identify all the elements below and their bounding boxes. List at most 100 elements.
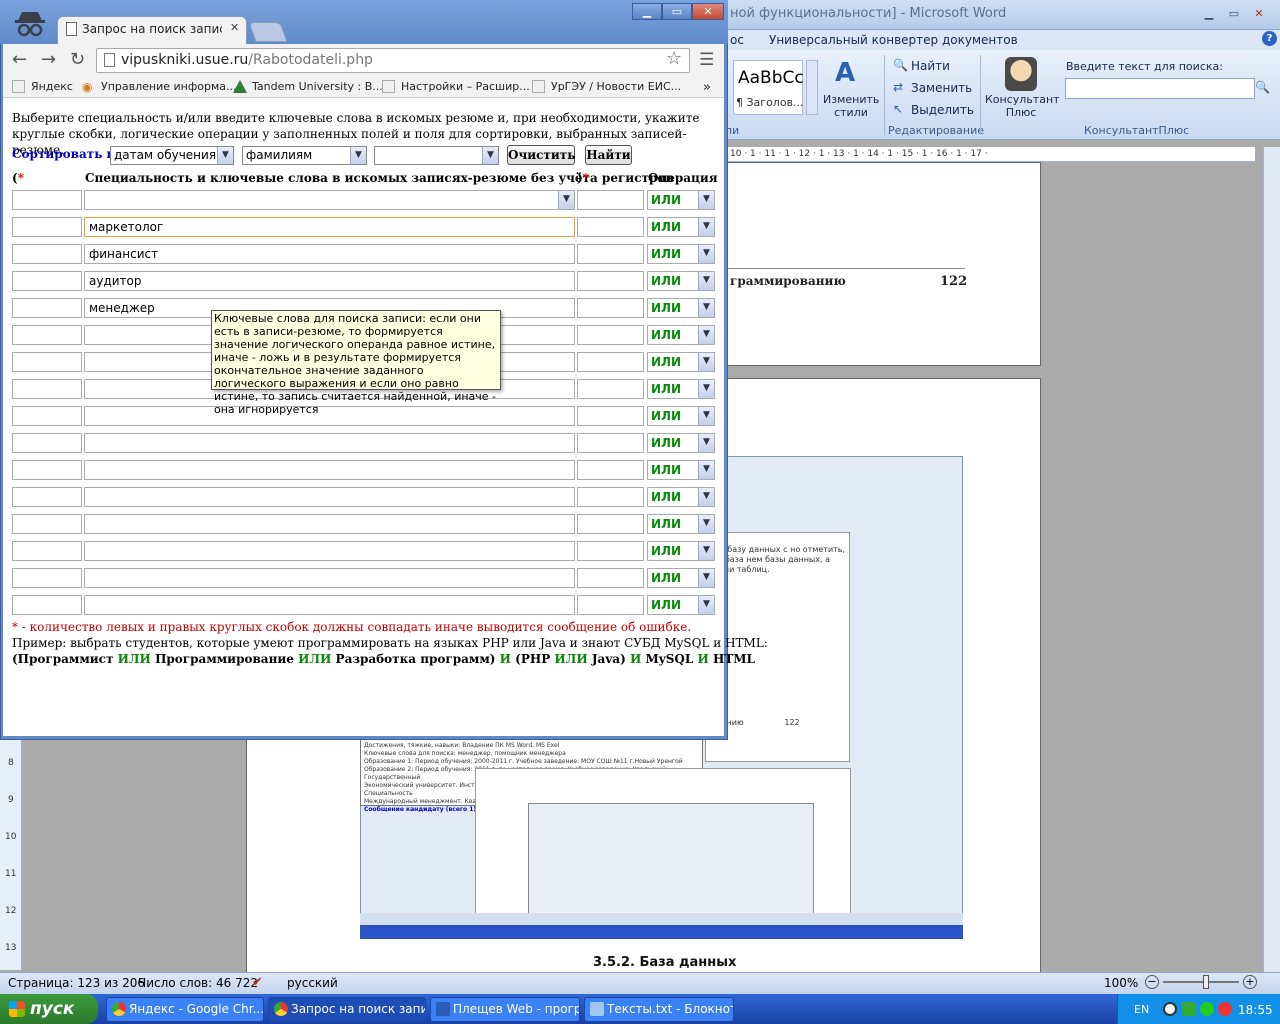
operation-select[interactable]: ИЛИ ▼: [647, 595, 715, 615]
right-paren-input[interactable]: [577, 487, 644, 507]
right-paren-input[interactable]: [577, 406, 644, 426]
left-paren-input[interactable]: [12, 595, 82, 615]
taskbar-button-word[interactable]: Плещев Web - прогр...: [430, 997, 580, 1022]
language-indicator[interactable]: EN: [1134, 1003, 1149, 1016]
bookmark-info-management[interactable]: Управление информа...: [101, 80, 237, 93]
right-paren-input[interactable]: [577, 433, 644, 453]
sort-select-3[interactable]: ▼: [374, 146, 499, 165]
sort-select-1[interactable]: датам обучения ▼: [110, 146, 234, 165]
operation-select[interactable]: ИЛИ ▼: [647, 541, 715, 561]
left-paren-input[interactable]: [12, 433, 82, 453]
right-paren-input[interactable]: [577, 325, 644, 345]
system-clock[interactable]: 18:55: [1238, 1003, 1273, 1017]
operation-select[interactable]: ИЛИ ▼: [647, 352, 715, 372]
word-vertical-ruler[interactable]: 8 9 10 11 12 13: [0, 740, 22, 970]
operation-select[interactable]: ИЛИ ▼: [647, 379, 715, 399]
right-paren-input[interactable]: [577, 379, 644, 399]
chrome-minimize-button[interactable]: ▁: [632, 3, 662, 20]
zoom-level[interactable]: 100%: [1104, 976, 1138, 990]
right-paren-input[interactable]: [577, 190, 644, 210]
chrome-menu-icon[interactable]: ☰: [699, 50, 714, 70]
left-paren-input[interactable]: [12, 271, 82, 291]
left-paren-input[interactable]: [12, 352, 82, 372]
zoom-in-icon[interactable]: +: [1243, 975, 1257, 989]
right-paren-input[interactable]: [577, 595, 644, 615]
keyword-input[interactable]: [84, 568, 575, 588]
zoom-out-icon[interactable]: −: [1145, 975, 1159, 989]
operation-select[interactable]: ИЛИ ▼: [647, 514, 715, 534]
keyword-input[interactable]: [84, 541, 575, 561]
word-horizontal-ruler[interactable]: 10 · 1 · 11 · 1 · 12 · 1 · 13 · 1 · 14 ·…: [725, 147, 1255, 162]
bookmarks-overflow-button[interactable]: »: [703, 80, 711, 95]
bookmark-yandex[interactable]: Яндекс: [31, 80, 73, 93]
tray-network-icon[interactable]: [1200, 1002, 1214, 1016]
operation-select[interactable]: ИЛИ ▼: [647, 568, 715, 588]
bookmark-tandem[interactable]: Tandem University : В...: [252, 80, 383, 93]
tab-close-icon[interactable]: ✕: [230, 21, 239, 34]
zoom-slider[interactable]: − +: [1145, 975, 1257, 989]
spelling-icon[interactable]: ✔: [252, 975, 263, 990]
keyword-input[interactable]: [84, 433, 575, 453]
keyword-input[interactable]: [84, 595, 575, 615]
select-button[interactable]: Выделить: [911, 103, 974, 117]
operation-select[interactable]: ИЛИ ▼: [647, 271, 715, 291]
kp-search-icon[interactable]: 🔍: [1255, 80, 1270, 94]
right-paren-input[interactable]: [577, 271, 644, 291]
word-vertical-scrollbar[interactable]: [1263, 147, 1280, 972]
word-tab-converter[interactable]: Универсальный конвертер документов: [769, 33, 1018, 47]
reload-icon[interactable]: ↻: [70, 49, 85, 70]
bookmark-star-icon[interactable]: ☆: [666, 48, 682, 69]
left-paren-input[interactable]: [12, 217, 82, 237]
change-styles-button[interactable]: Изменить стили: [823, 93, 879, 119]
help-icon[interactable]: ?: [1262, 31, 1277, 46]
bookmark-settings[interactable]: Настройки – Расшир...: [401, 80, 530, 93]
status-page[interactable]: Страница: 123 из 206: [8, 976, 145, 990]
keyword-input[interactable]: аудитор: [84, 271, 575, 291]
operation-select[interactable]: ИЛИ ▼: [647, 217, 715, 237]
keyword-input[interactable]: [84, 487, 575, 507]
tray-app-icon[interactable]: [1163, 1002, 1177, 1016]
operation-select[interactable]: ИЛИ ▼: [647, 487, 715, 507]
operation-select[interactable]: ИЛИ ▼: [647, 244, 715, 264]
taskbar-button-notepad[interactable]: Тексты.txt - Блокнот: [584, 997, 734, 1022]
back-icon[interactable]: ←: [12, 49, 27, 70]
kp-search-input[interactable]: [1065, 78, 1255, 99]
chrome-maximize-button[interactable]: ▭: [662, 3, 692, 20]
right-paren-input[interactable]: [577, 541, 644, 561]
operation-select[interactable]: ИЛИ ▼: [647, 460, 715, 480]
operation-select[interactable]: ИЛИ ▼: [647, 406, 715, 426]
right-paren-input[interactable]: [577, 244, 644, 264]
left-paren-input[interactable]: [12, 190, 82, 210]
word-tab-partial[interactable]: ос: [730, 33, 744, 47]
right-paren-input[interactable]: [577, 568, 644, 588]
replace-button[interactable]: Заменить: [911, 81, 972, 95]
page-info-icon[interactable]: [104, 53, 115, 67]
keyword-input[interactable]: [84, 460, 575, 480]
left-paren-input[interactable]: [12, 541, 82, 561]
style-gallery-scroll[interactable]: [806, 60, 818, 115]
left-paren-input[interactable]: [12, 379, 82, 399]
bookmark-usue-news[interactable]: УрГЭУ / Новости ЕИС...: [551, 80, 681, 93]
specialty-select[interactable]: ▼: [84, 190, 575, 210]
tray-security-icon[interactable]: [1182, 1002, 1196, 1016]
right-paren-input[interactable]: [577, 352, 644, 372]
right-paren-input[interactable]: [577, 217, 644, 237]
operation-select[interactable]: ИЛИ ▼: [647, 433, 715, 453]
sort-select-2[interactable]: фамилиям ▼: [242, 146, 367, 165]
consultant-plus-button[interactable]: Консультант Плюс: [985, 93, 1060, 119]
keyword-input[interactable]: финансист: [84, 244, 575, 264]
chrome-close-button[interactable]: ✕: [692, 3, 724, 20]
right-paren-input[interactable]: [577, 298, 644, 318]
left-paren-input[interactable]: [12, 406, 82, 426]
word-minimize-button[interactable]: ▁: [1197, 4, 1221, 23]
forward-icon[interactable]: →: [41, 49, 56, 70]
keyword-input[interactable]: [84, 406, 575, 426]
status-words[interactable]: Число слов: 46 722: [138, 976, 258, 990]
status-language[interactable]: русский: [287, 976, 338, 990]
keyword-input[interactable]: [84, 514, 575, 534]
right-paren-input[interactable]: [577, 514, 644, 534]
left-paren-input[interactable]: [12, 514, 82, 534]
operation-select[interactable]: ИЛИ ▼: [647, 298, 715, 318]
find-button[interactable]: Найти: [585, 145, 632, 165]
left-paren-input[interactable]: [12, 487, 82, 507]
